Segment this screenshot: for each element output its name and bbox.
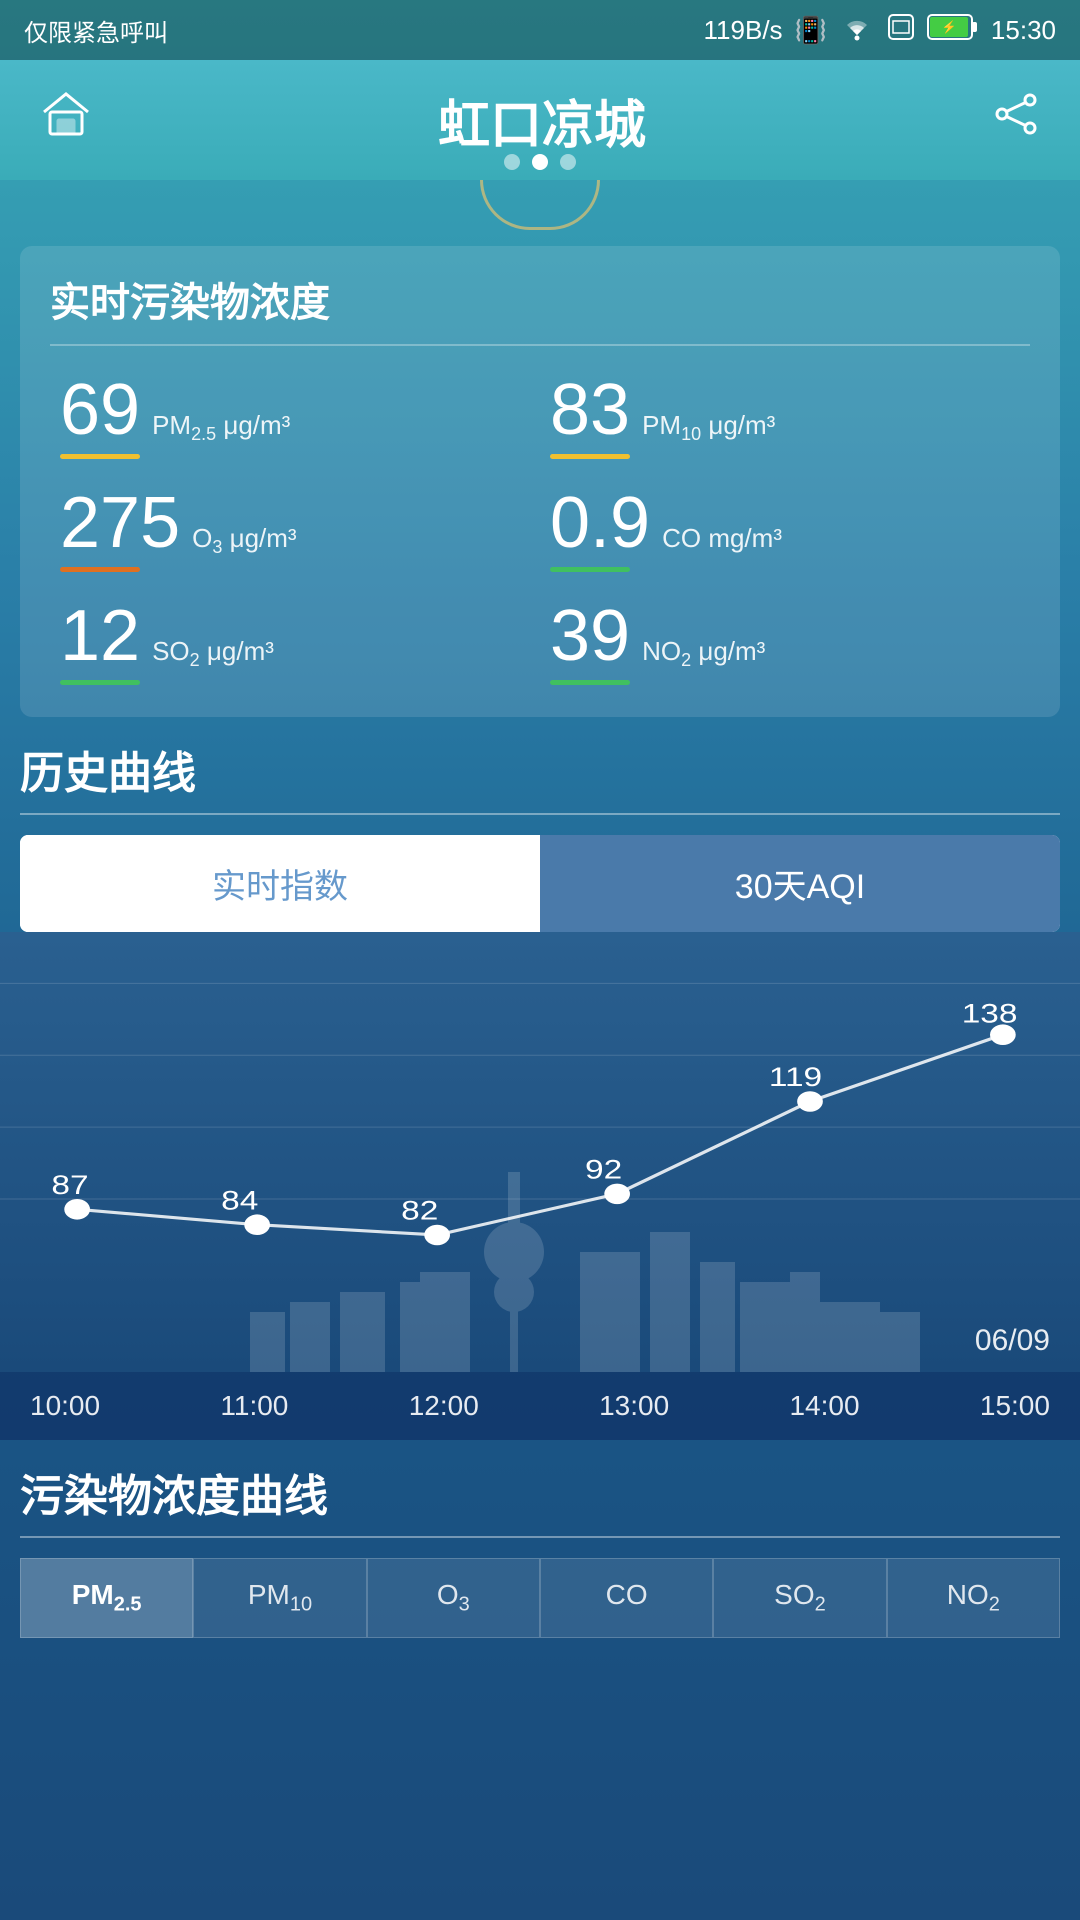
pm25-value: 69 (60, 374, 140, 446)
tab-so2[interactable]: SO2 (713, 1558, 886, 1638)
tab-no2[interactable]: NO2 (887, 1558, 1060, 1638)
tab-realtime[interactable]: 实时指数 (20, 835, 540, 932)
time-1300: 13:00 (599, 1390, 669, 1422)
network-speed: 119B/s (704, 15, 783, 46)
clock: 15:30 (991, 15, 1056, 46)
label-138: 138 (962, 999, 1018, 1028)
battery-icon: ⚡ (927, 14, 979, 47)
pollutant-grid: 69 PM2.5 μg/m³ 83 PM10 μg/m³ 275 O3 μg/m… (50, 366, 1030, 693)
vibrate-icon: 📳 (795, 15, 827, 46)
wifi-icon (839, 13, 875, 48)
co-value: 0.9 (550, 487, 650, 559)
tab-o3[interactable]: O3 (367, 1558, 540, 1638)
label-119: 119 (769, 1063, 822, 1092)
pm10-label: PM10 μg/m³ (642, 410, 775, 446)
pollutant-curve-section: 污染物浓度曲线 PM2.5 PM10 O3 CO SO2 NO2 (20, 1460, 1060, 1638)
pollutant-curve-title: 污染物浓度曲线 (20, 1460, 1060, 1524)
tab-co[interactable]: CO (540, 1558, 713, 1638)
status-emergency: 仅限紧急呼叫 (24, 13, 168, 48)
pollutant-pm10: 83 PM10 μg/m³ (540, 366, 1030, 467)
o3-bar (60, 567, 140, 572)
co-label: CO mg/m³ (662, 523, 782, 554)
sim-icon (887, 13, 915, 48)
no2-value: 39 (550, 600, 630, 672)
pm25-bar (60, 454, 140, 459)
o3-value: 275 (60, 487, 180, 559)
dot-1 (504, 154, 520, 170)
time-axis: 10:00 11:00 12:00 13:00 14:00 15:00 (0, 1372, 1080, 1440)
tab-toggle: 实时指数 30天AQI (20, 835, 1060, 932)
time-1100: 11:00 (220, 1390, 288, 1422)
app-header: 虹口凉城 (0, 60, 1080, 180)
pm10-value: 83 (550, 374, 630, 446)
so2-bar (60, 680, 140, 685)
no2-label: NO2 μg/m³ (642, 636, 765, 672)
status-right: 119B/s 📳 ⚡ 15:30 (704, 13, 1056, 48)
dot-3 (560, 154, 576, 170)
page-title: 虹口凉城 (92, 83, 992, 158)
time-1500: 15:00 (980, 1390, 1050, 1422)
chart-point-4 (797, 1091, 823, 1112)
top-preview (0, 180, 1080, 230)
so2-value: 12 (60, 600, 140, 672)
card-divider (50, 344, 1030, 346)
chart-date: 06/09 (975, 1324, 1050, 1358)
pollutant-co: 0.9 CO mg/m³ (540, 479, 1030, 580)
time-1200: 12:00 (409, 1390, 479, 1422)
pollutant-tabs: PM2.5 PM10 O3 CO SO2 NO2 (20, 1558, 1060, 1638)
pollution-card: 实时污染物浓度 69 PM2.5 μg/m³ 83 PM10 μg/m³ 275… (20, 246, 1060, 717)
pollutant-pm25: 69 PM2.5 μg/m³ (50, 366, 540, 467)
circle-preview (480, 180, 600, 230)
history-section: 历史曲线 实时指数 30天AQI (20, 737, 1060, 932)
chart-container: 87 84 82 92 119 138 06/09 (0, 932, 1080, 1372)
tab-pm25[interactable]: PM2.5 (20, 1558, 193, 1638)
time-1000: 10:00 (30, 1390, 100, 1422)
pollutant-so2: 12 SO2 μg/m³ (50, 592, 540, 693)
co-bar (550, 567, 630, 572)
dot-2 (532, 154, 548, 170)
history-divider (20, 813, 1060, 815)
home-icon[interactable] (40, 90, 92, 150)
so2-label: SO2 μg/m³ (152, 636, 274, 672)
time-1400: 14:00 (789, 1390, 859, 1422)
o3-label: O3 μg/m³ (192, 523, 296, 559)
pollution-title: 实时污染物浓度 (50, 270, 1030, 328)
history-title: 历史曲线 (20, 737, 1060, 801)
pollutant-o3: 275 O3 μg/m³ (50, 479, 540, 580)
status-bar: 仅限紧急呼叫 119B/s 📳 ⚡ 15:30 (0, 0, 1080, 60)
tab-pm10[interactable]: PM10 (193, 1558, 366, 1638)
pm25-label: PM2.5 μg/m³ (152, 410, 290, 446)
no2-bar (550, 680, 630, 685)
pm10-bar (550, 454, 630, 459)
share-icon[interactable] (992, 90, 1040, 150)
tab-30day[interactable]: 30天AQI (540, 835, 1060, 932)
pollutant-no2: 39 NO2 μg/m³ (540, 592, 1030, 693)
curve-divider (20, 1536, 1060, 1538)
svg-text:⚡: ⚡ (941, 20, 956, 34)
